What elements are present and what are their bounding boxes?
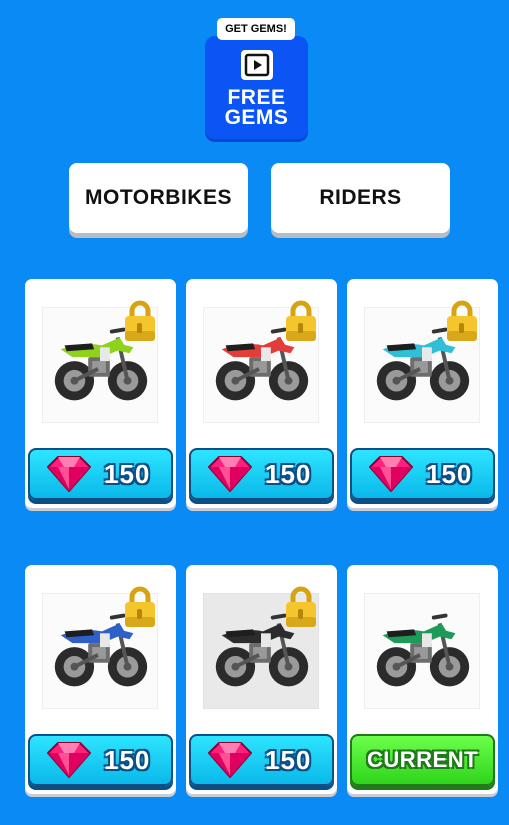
- free-gems-label: FREE GEMS: [224, 86, 289, 129]
- free-gems-line1: FREE: [227, 86, 286, 109]
- bike-card[interactable]: 150: [186, 279, 337, 508]
- free-gems-line2: GEMS: [224, 106, 289, 129]
- buy-button[interactable]: 150: [350, 448, 495, 500]
- buy-button[interactable]: 150: [28, 734, 173, 786]
- bike-card[interactable]: 150: [186, 565, 337, 794]
- gem-icon: [208, 456, 252, 492]
- buy-button[interactable]: 150: [189, 734, 334, 786]
- bike-card[interactable]: CURRENT: [347, 565, 498, 794]
- bike-card[interactable]: 150: [25, 279, 176, 508]
- lock-icon: [123, 585, 157, 629]
- price-label: 150: [104, 458, 151, 489]
- buy-button[interactable]: 150: [28, 448, 173, 500]
- bike-card[interactable]: 150: [25, 565, 176, 794]
- current-button[interactable]: CURRENT: [350, 734, 495, 786]
- lock-icon: [284, 299, 318, 343]
- gem-icon: [47, 742, 91, 778]
- lock-icon: [284, 585, 318, 629]
- free-gems-button[interactable]: FREE GEMS: [205, 36, 308, 142]
- tab-motorbikes[interactable]: MOTORBIKES: [69, 163, 248, 233]
- gem-icon: [369, 456, 413, 492]
- gem-icon: [208, 742, 252, 778]
- buy-button[interactable]: 150: [189, 448, 334, 500]
- bike-image: [364, 593, 480, 709]
- bike-card[interactable]: 150: [347, 279, 498, 508]
- price-label: 150: [265, 458, 312, 489]
- price-label: 150: [104, 744, 151, 775]
- tab-riders[interactable]: RIDERS: [271, 163, 450, 233]
- play-icon: [240, 50, 273, 80]
- lock-icon: [123, 299, 157, 343]
- lock-icon: [445, 299, 479, 343]
- price-label: 150: [265, 744, 312, 775]
- gem-icon: [47, 456, 91, 492]
- get-gems-tag: GET GEMS!: [217, 18, 295, 40]
- price-label: 150: [426, 458, 473, 489]
